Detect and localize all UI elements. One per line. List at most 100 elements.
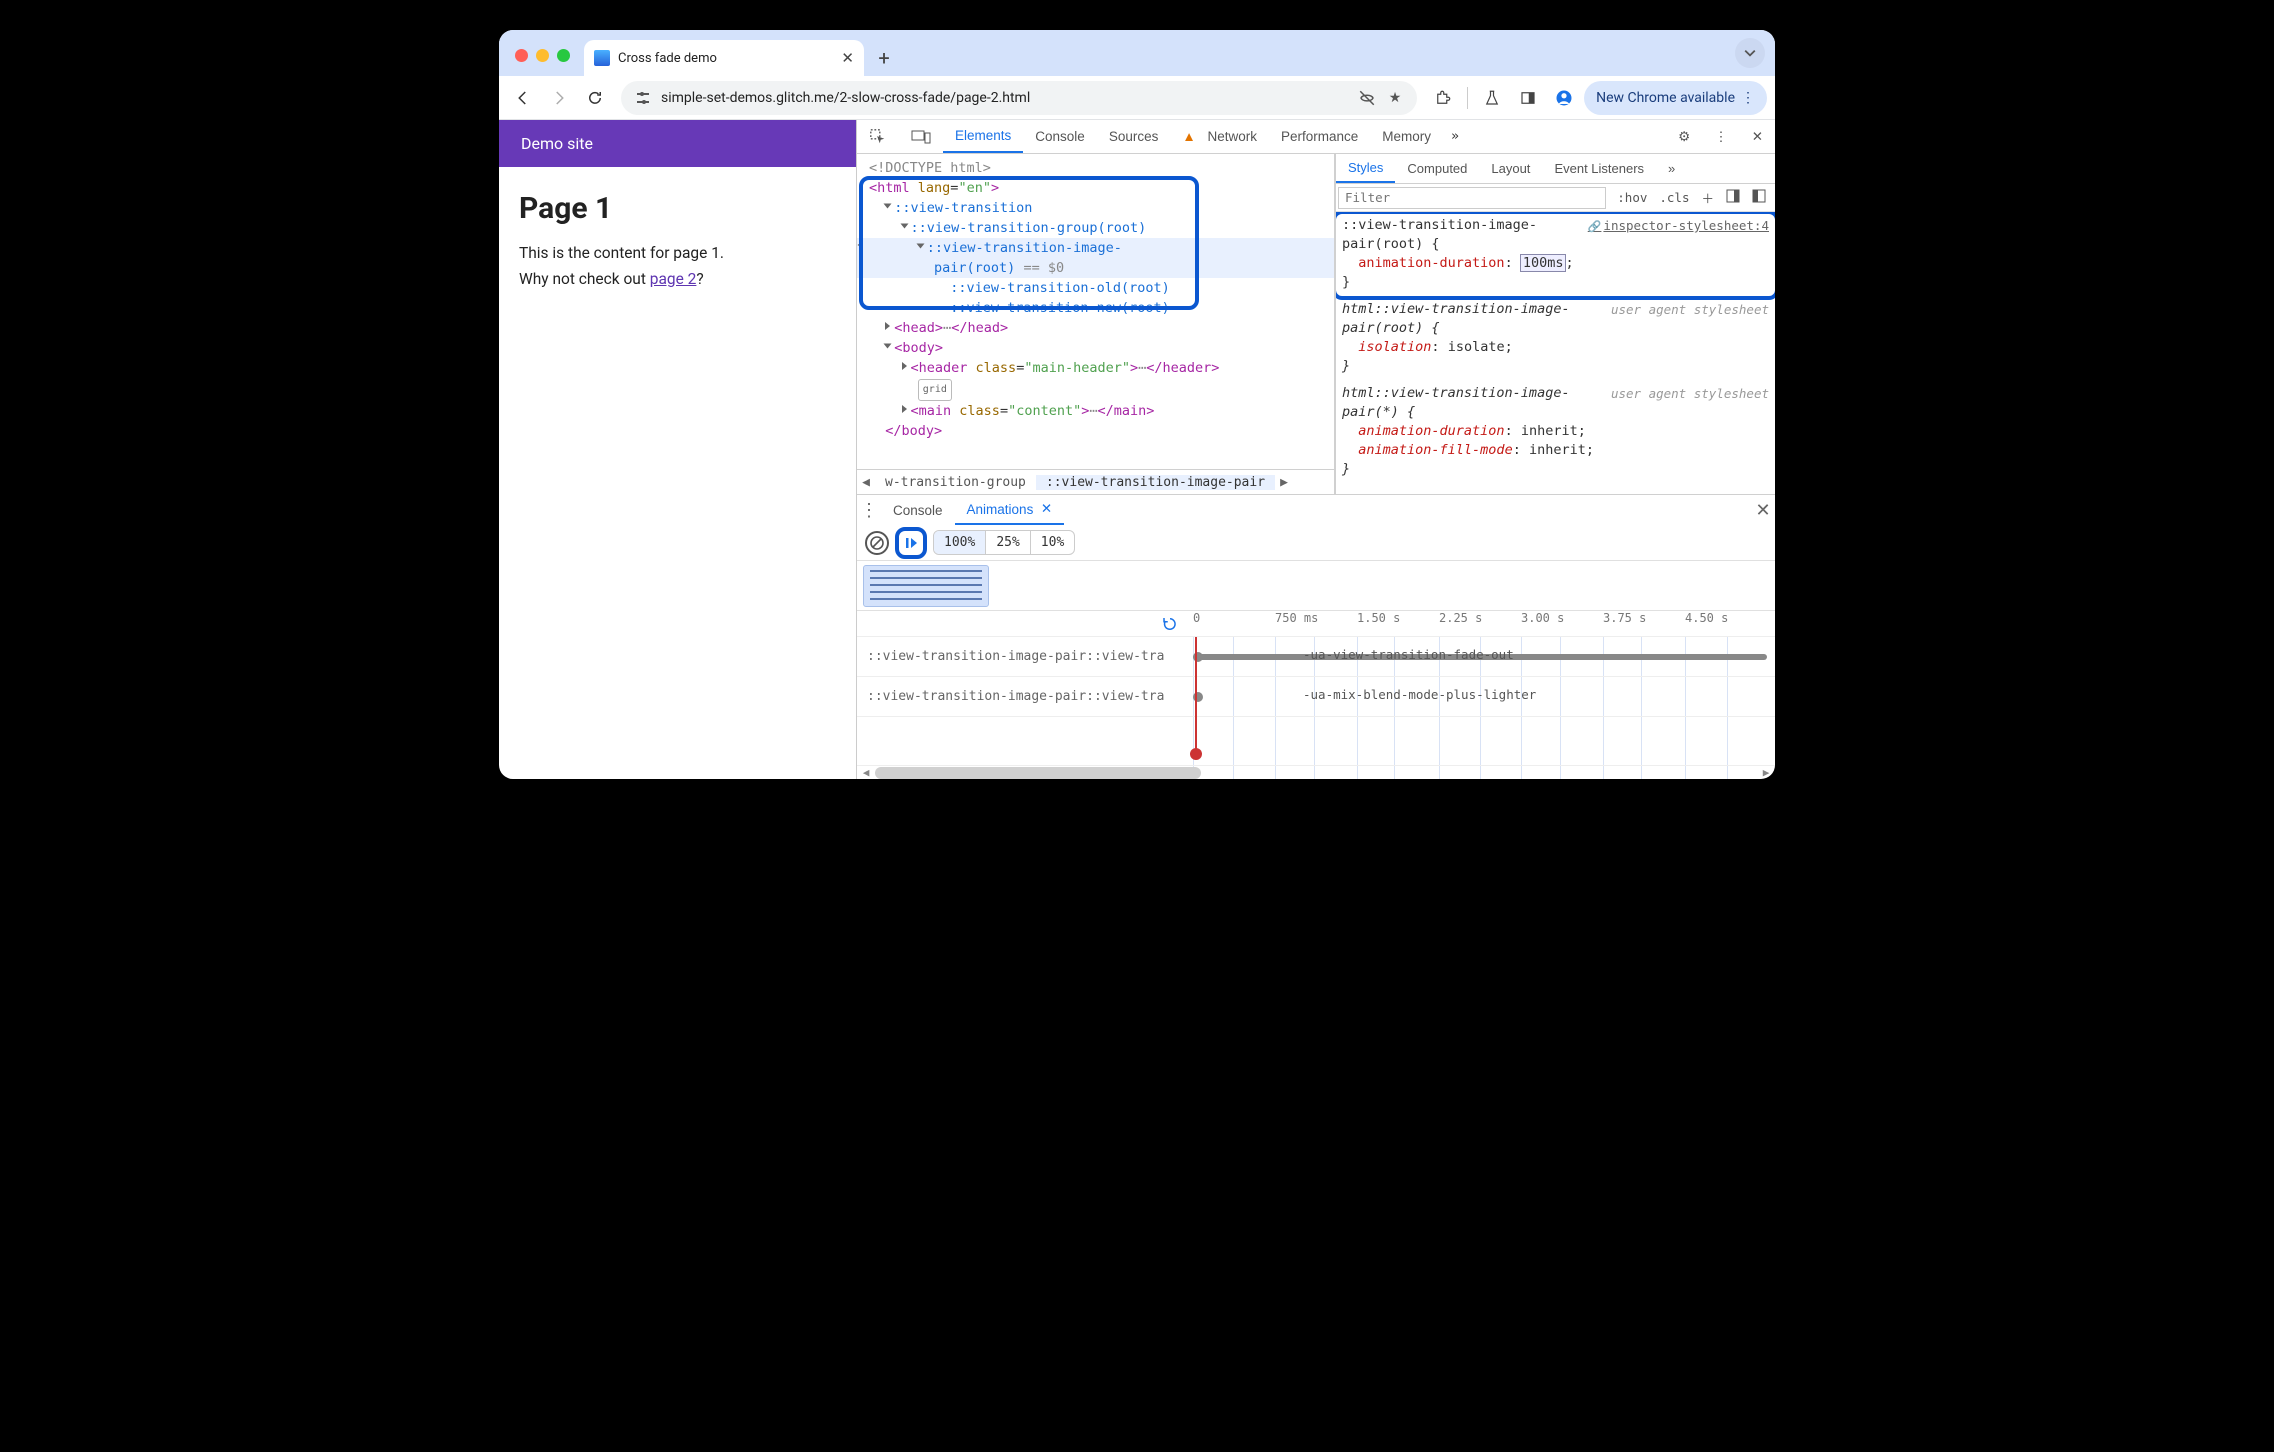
page-p1: This is the content for page 1. [519, 244, 836, 262]
styles-filter-input[interactable] [1338, 187, 1606, 209]
playhead[interactable] [1195, 637, 1197, 755]
stab-eventlisteners[interactable]: Event Listeners [1542, 154, 1656, 183]
animation-group-thumb[interactable] [863, 565, 989, 607]
speed-10[interactable]: 10% [1031, 531, 1074, 554]
tabs-overflow-icon[interactable]: » [1443, 120, 1467, 153]
computed-panel-icon[interactable] [1723, 189, 1743, 206]
el-vt-group[interactable]: ::view-transition-group(root) [857, 218, 1334, 238]
el-vt-image-pair-2[interactable]: pair(root) == $0 [857, 258, 1334, 278]
rule-ua2[interactable]: user agent stylesheet html::view-transit… [1342, 384, 1769, 479]
tab-search-button[interactable] [1735, 38, 1765, 68]
styles-tabs: Styles Computed Layout Event Listeners » [1336, 154, 1775, 184]
browser-window: Cross fade demo ✕ + simple-set-demos.gli… [499, 30, 1775, 779]
el-ellipsis-icon[interactable]: ⋯ [857, 238, 863, 253]
devtools-tabs: Elements Console Sources ▲ Network Perfo… [857, 120, 1775, 154]
devtools-close-icon[interactable]: ✕ [1740, 120, 1775, 153]
el-doctype: <!DOCTYPE html> [857, 158, 1334, 178]
speed-group: 100% 25% 10% [933, 530, 1075, 555]
animation-timeline[interactable]: 0750 ms1.50 s2.25 s3.00 s3.75 s4.50 s ::… [857, 611, 1775, 779]
el-vt-new[interactable]: ::view-transition-new(root) [857, 298, 1334, 318]
breadcrumb-left-icon[interactable]: ◀ [857, 475, 875, 490]
elements-tree[interactable]: <!DOCTYPE html> <html lang="en"> ::view-… [857, 154, 1335, 494]
el-header[interactable]: <header class="main-header">⋯</header> [857, 358, 1334, 378]
window-controls[interactable] [515, 49, 570, 62]
warning-icon: ▲ [1182, 129, 1195, 144]
tab-elements[interactable]: Elements [943, 120, 1023, 153]
profile-icon[interactable] [1548, 82, 1580, 114]
device-toggle-icon[interactable] [899, 120, 943, 153]
crumb-group[interactable]: w-transition-group [875, 475, 1036, 490]
rule3-prop2: animation-fill-mode: inherit; [1342, 441, 1769, 460]
new-tab-button[interactable]: + [870, 44, 898, 72]
drawer-close-icon[interactable]: ✕ [1751, 500, 1775, 521]
el-vt-old[interactable]: ::view-transition-old(root) [857, 278, 1334, 298]
el-vt[interactable]: ::view-transition [857, 198, 1334, 218]
drawer-kebab-icon[interactable]: ⋮ [857, 500, 881, 521]
close-animations-icon[interactable]: ✕ [1041, 501, 1052, 517]
extensions-icon[interactable] [1427, 82, 1459, 114]
el-head[interactable]: <head>⋯</head> [857, 318, 1334, 338]
tab-console[interactable]: Console [1023, 120, 1097, 153]
stab-layout[interactable]: Layout [1479, 154, 1542, 183]
drawer-scrollbar[interactable]: ◀ ▶ [857, 765, 1775, 779]
back-button[interactable] [507, 82, 539, 114]
panel-icon[interactable] [1512, 82, 1544, 114]
replay-icon[interactable] [1159, 613, 1181, 635]
page-link[interactable]: page 2 [650, 270, 697, 288]
reload-button[interactable] [579, 82, 611, 114]
styles-pane: Styles Computed Layout Event Listeners »… [1335, 154, 1775, 494]
eye-off-icon[interactable] [1357, 89, 1377, 107]
drawer-tab-animations[interactable]: Animations ✕ [955, 495, 1065, 525]
elements-breadcrumb: ◀ w-transition-group ::view-transition-i… [857, 469, 1334, 494]
rule-source-link[interactable]: inspector-stylesheet:4 [1588, 216, 1769, 236]
stab-styles[interactable]: Styles [1336, 154, 1395, 183]
tab-memory[interactable]: Memory [1370, 120, 1443, 153]
browser-tab[interactable]: Cross fade demo ✕ [584, 40, 864, 76]
animations-toolbar: 100% 25% 10% [857, 525, 1775, 561]
el-body[interactable]: <body> [857, 338, 1334, 358]
cls-toggle[interactable]: .cls [1656, 190, 1692, 205]
crumb-image-pair[interactable]: ::view-transition-image-pair [1036, 475, 1275, 490]
el-html[interactable]: <html lang="en"> [857, 178, 1334, 198]
update-pill[interactable]: New Chrome available ⋮ [1584, 81, 1767, 115]
stab-overflow-icon[interactable]: » [1656, 154, 1687, 183]
settings-gear-icon[interactable]: ⚙ [1666, 120, 1702, 153]
drawer-tab-console[interactable]: Console [881, 495, 955, 525]
stab-computed[interactable]: Computed [1395, 154, 1479, 183]
toolbar: simple-set-demos.glitch.me/2-slow-cross-… [499, 76, 1775, 120]
tab-sources[interactable]: Sources [1097, 120, 1171, 153]
breadcrumb-right-icon[interactable]: ▶ [1275, 475, 1293, 490]
tab-network[interactable]: ▲ Network [1170, 120, 1269, 153]
clear-icon[interactable] [865, 531, 889, 555]
inspect-icon[interactable] [857, 120, 899, 153]
devtools-kebab-icon[interactable]: ⋮ [1702, 120, 1740, 153]
kebab-icon: ⋮ [1741, 90, 1755, 106]
tab-performance[interactable]: Performance [1269, 120, 1370, 153]
drawer: ⋮ Console Animations ✕ ✕ 100% 25% 10% [857, 494, 1775, 779]
bookmark-star-icon[interactable]: ★ [1385, 90, 1405, 106]
close-tab-icon[interactable]: ✕ [841, 49, 854, 67]
new-rule-icon[interactable]: ＋ [1698, 188, 1717, 207]
styles-rules: inspector-stylesheet:4 ::view-transition… [1336, 212, 1775, 494]
speed-25[interactable]: 25% [986, 531, 1030, 554]
timeline-ticks: 0750 ms1.50 s2.25 s3.00 s3.75 s4.50 s [1193, 611, 1767, 636]
rule-inspector[interactable]: inspector-stylesheet:4 ::view-transition… [1342, 216, 1769, 292]
flask-icon[interactable] [1476, 82, 1508, 114]
forward-button[interactable] [543, 82, 575, 114]
animation-track-2[interactable]: ::view-transition-image-pair::view-tra -… [857, 677, 1775, 717]
render-panel-icon[interactable] [1749, 189, 1769, 206]
tab-title: Cross fade demo [618, 51, 833, 66]
rule-ua1[interactable]: user agent stylesheet html::view-transit… [1342, 300, 1769, 376]
animation-track-1[interactable]: ::view-transition-image-pair::view-tra -… [857, 637, 1775, 677]
el-grid-badge[interactable]: grid [857, 378, 1334, 401]
content-area: Demo site Page 1 This is the content for… [499, 120, 1775, 779]
el-vt-image-pair[interactable]: ::view-transition-image- [857, 238, 1334, 258]
speed-100[interactable]: 100% [934, 531, 986, 554]
play-pause-button[interactable] [895, 527, 927, 559]
el-main[interactable]: <main class="content">⋯</main> [857, 401, 1334, 421]
rule1-prop[interactable]: animation-duration: 100ms; [1342, 254, 1769, 273]
address-bar[interactable]: simple-set-demos.glitch.me/2-slow-cross-… [621, 81, 1417, 115]
hov-toggle[interactable]: :hov [1614, 190, 1650, 205]
site-settings-icon[interactable] [633, 90, 653, 106]
page-p2: Why not check out page 2? [519, 270, 836, 288]
